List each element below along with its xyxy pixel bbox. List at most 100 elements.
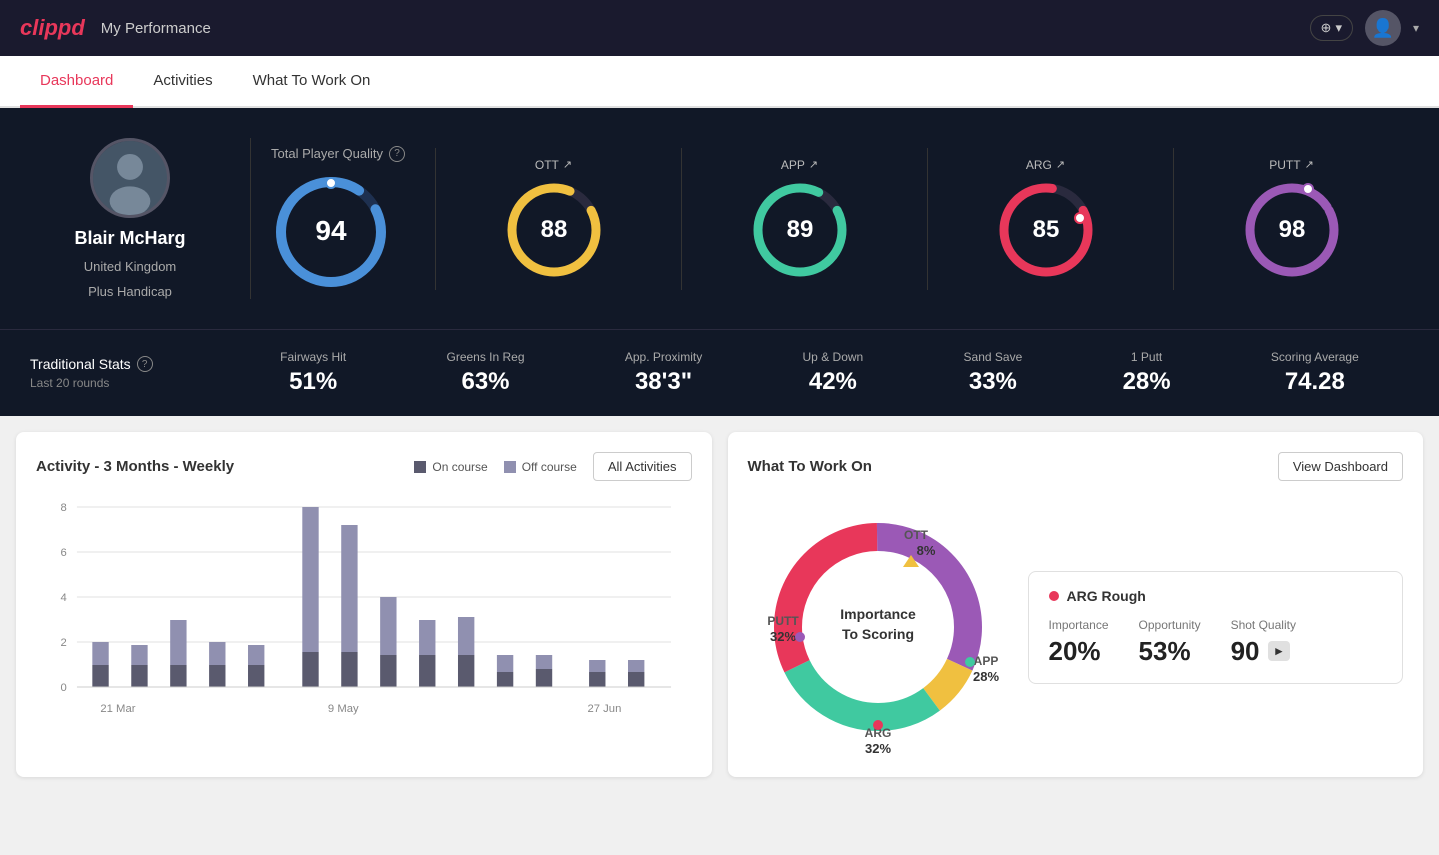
activity-chart-svg: 8 6 4 2 0 bbox=[36, 497, 692, 727]
add-label: ▾ bbox=[1335, 20, 1342, 36]
avatar-icon: 👤 bbox=[1372, 18, 1394, 39]
traditional-stats: Traditional Stats ? Last 20 rounds Fairw… bbox=[0, 329, 1439, 416]
donut-chart: Importance To Scoring OTT 8% APP 28% ARG… bbox=[748, 497, 1008, 757]
svg-text:98: 98 bbox=[1278, 216, 1305, 243]
activity-controls: On course Off course All Activities bbox=[414, 452, 691, 481]
tpq-gauge: 94 bbox=[271, 172, 391, 292]
arg-rough-card: ARG Rough Importance 20% Opportunity 53%… bbox=[1028, 571, 1404, 684]
shot-quality-stat: Shot Quality 90 ▸ bbox=[1231, 618, 1296, 667]
player-handicap: Plus Handicap bbox=[88, 284, 172, 299]
importance-stat: Importance 20% bbox=[1049, 618, 1109, 667]
quality-section: Total Player Quality ? 94 OTT ↗ bbox=[271, 146, 1409, 292]
all-activities-button[interactable]: All Activities bbox=[593, 452, 692, 481]
header-right: ⊕ ▾ 👤 ▾ bbox=[1310, 10, 1419, 46]
svg-text:89: 89 bbox=[786, 216, 813, 243]
trad-stats-subtitle: Last 20 rounds bbox=[30, 376, 230, 390]
donut-svg: Importance To Scoring OTT 8% APP 28% ARG… bbox=[748, 497, 1008, 757]
svg-text:27 Jun: 27 Jun bbox=[588, 703, 622, 715]
activity-card: Activity - 3 Months - Weekly On course O… bbox=[16, 432, 712, 777]
tpq-help-icon[interactable]: ? bbox=[389, 146, 405, 162]
ott-label: OTT ↗ bbox=[535, 158, 572, 172]
trad-stats-label: Traditional Stats ? Last 20 rounds bbox=[30, 356, 230, 390]
svg-text:28%: 28% bbox=[972, 669, 998, 684]
gauge-cards: OTT ↗ 88 APP ↗ 89 bbox=[435, 148, 1409, 290]
arg-label: ARG ↗ bbox=[1026, 158, 1065, 172]
stat-app-proximity: App. Proximity 38'3" bbox=[625, 350, 702, 396]
stat-sand-save: Sand Save 33% bbox=[964, 350, 1023, 396]
stat-1-putt: 1 Putt 28% bbox=[1123, 350, 1171, 396]
tab-what-to-work-on[interactable]: What To Work On bbox=[233, 56, 391, 108]
arg-rough-stats: Importance 20% Opportunity 53% Shot Qual… bbox=[1049, 618, 1383, 667]
stat-up-down: Up & Down 42% bbox=[803, 350, 864, 396]
stats-banner: Blair McHarg United Kingdom Plus Handica… bbox=[0, 108, 1439, 329]
activity-chart-title: Activity - 3 Months - Weekly bbox=[36, 458, 234, 475]
svg-text:85: 85 bbox=[1032, 216, 1059, 243]
player-info: Blair McHarg United Kingdom Plus Handica… bbox=[30, 138, 230, 299]
gauge-card-app: APP ↗ 89 bbox=[681, 148, 917, 290]
stat-greens-in-reg: Greens In Reg 63% bbox=[446, 350, 524, 396]
tab-dashboard[interactable]: Dashboard bbox=[20, 56, 133, 108]
tab-activities[interactable]: Activities bbox=[133, 56, 232, 108]
gauge-card-ott: OTT ↗ 88 bbox=[435, 148, 671, 290]
svg-text:94: 94 bbox=[315, 215, 347, 246]
putt-arrow-icon: ↗ bbox=[1305, 158, 1314, 171]
header: clippd My Performance ⊕ ▾ 👤 ▾ bbox=[0, 0, 1439, 56]
tpq-label: Total Player Quality ? bbox=[271, 146, 405, 162]
trad-help-icon[interactable]: ? bbox=[137, 356, 153, 372]
svg-text:32%: 32% bbox=[864, 741, 890, 756]
gauge-card-putt: PUTT ↗ 98 bbox=[1173, 148, 1409, 290]
arg-arrow-icon: ↗ bbox=[1056, 158, 1065, 171]
player-country: United Kingdom bbox=[84, 259, 177, 274]
ott-arrow-icon: ↗ bbox=[563, 158, 572, 171]
svg-text:8%: 8% bbox=[916, 543, 935, 558]
add-button[interactable]: ⊕ ▾ bbox=[1310, 15, 1353, 41]
svg-text:APP: APP bbox=[973, 654, 998, 668]
svg-text:9 May: 9 May bbox=[328, 703, 359, 715]
wtwo-title: What To Work On bbox=[748, 458, 872, 475]
svg-text:2: 2 bbox=[60, 637, 66, 649]
svg-text:OTT: OTT bbox=[904, 528, 929, 542]
chart-legend: On course Off course bbox=[414, 460, 577, 474]
svg-text:32%: 32% bbox=[769, 629, 795, 644]
putt-label: PUTT ↗ bbox=[1269, 158, 1314, 172]
svg-text:To Scoring: To Scoring bbox=[841, 626, 913, 642]
off-course-dot bbox=[504, 461, 516, 473]
header-title: My Performance bbox=[101, 20, 211, 37]
gauge-card-arg: ARG ↗ 85 bbox=[927, 148, 1163, 290]
stat-fairways-hit: Fairways Hit 51% bbox=[280, 350, 346, 396]
app-label: APP ↗ bbox=[781, 158, 818, 172]
on-course-dot bbox=[414, 461, 426, 473]
logo: clippd bbox=[20, 15, 85, 41]
wtwo-header: What To Work On View Dashboard bbox=[748, 452, 1404, 481]
legend-off-course: Off course bbox=[504, 460, 577, 474]
activity-card-header: Activity - 3 Months - Weekly On course O… bbox=[36, 452, 692, 481]
what-to-work-on-card: What To Work On View Dashboard bbox=[728, 432, 1424, 777]
trad-stats-title: Traditional Stats ? bbox=[30, 356, 230, 372]
view-dashboard-button[interactable]: View Dashboard bbox=[1278, 452, 1403, 481]
plus-icon: ⊕ bbox=[1321, 20, 1332, 36]
divider-vertical bbox=[250, 138, 251, 299]
player-avatar bbox=[90, 138, 170, 218]
profile-chevron: ▾ bbox=[1413, 21, 1419, 35]
tpq-container: Total Player Quality ? 94 bbox=[271, 146, 405, 292]
avatar[interactable]: 👤 bbox=[1365, 10, 1401, 46]
svg-text:8: 8 bbox=[60, 502, 66, 514]
svg-text:PUTT: PUTT bbox=[767, 614, 799, 628]
svg-text:Importance: Importance bbox=[840, 606, 916, 622]
header-left: clippd My Performance bbox=[20, 15, 211, 41]
shot-quality-value-row: 90 ▸ bbox=[1231, 636, 1296, 667]
svg-text:88: 88 bbox=[540, 216, 567, 243]
svg-text:21 Mar: 21 Mar bbox=[100, 703, 135, 715]
opportunity-stat: Opportunity 53% bbox=[1139, 618, 1201, 667]
nav-tabs: Dashboard Activities What To Work On bbox=[0, 56, 1439, 108]
stat-scoring-average: Scoring Average 74.28 bbox=[1271, 350, 1359, 396]
wtwo-content: Importance To Scoring OTT 8% APP 28% ARG… bbox=[748, 497, 1404, 757]
shot-quality-badge: ▸ bbox=[1268, 641, 1291, 661]
svg-text:0: 0 bbox=[60, 682, 66, 694]
trad-stats-items: Fairways Hit 51% Greens In Reg 63% App. … bbox=[230, 350, 1409, 396]
app-arrow-icon: ↗ bbox=[809, 158, 818, 171]
legend-on-course: On course bbox=[414, 460, 487, 474]
svg-text:4: 4 bbox=[60, 592, 66, 604]
arg-rough-title: ARG Rough bbox=[1049, 588, 1383, 604]
chart-area: 8 6 4 2 0 bbox=[36, 497, 692, 717]
